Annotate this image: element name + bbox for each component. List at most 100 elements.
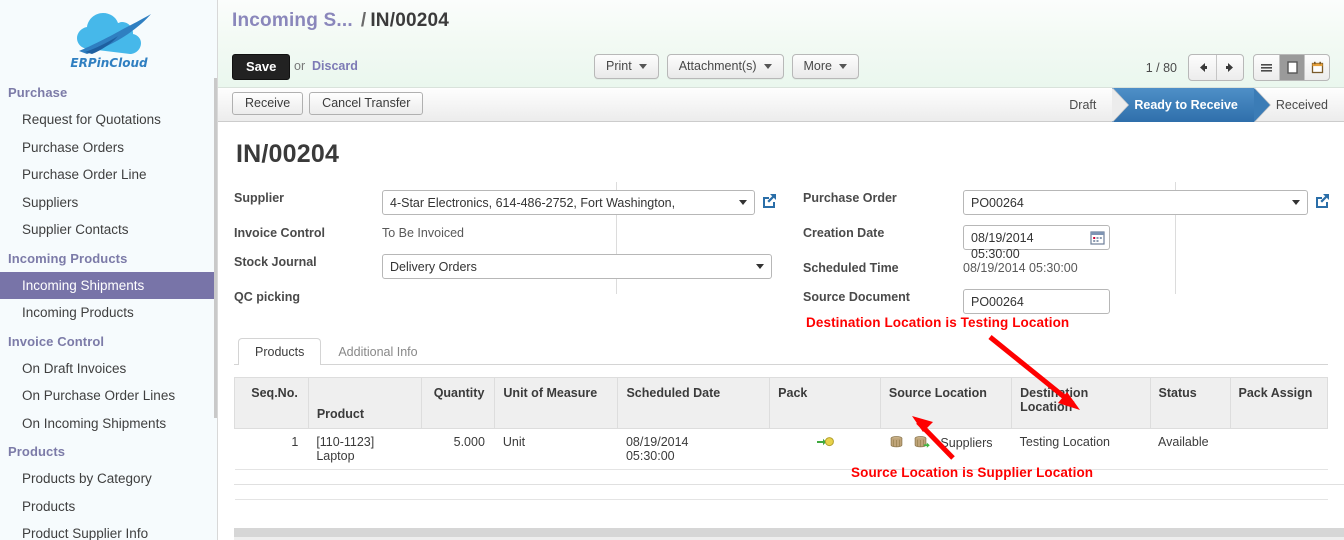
field-label-purchase-order: Purchase Order (803, 191, 897, 205)
sidebar-item-on-purchase-order-lines[interactable]: On Purchase Order Lines (0, 382, 217, 410)
source-document-input[interactable]: PO00264 (963, 289, 1110, 314)
sidebar-item-on-draft-invoices[interactable]: On Draft Invoices (0, 355, 217, 383)
save-button[interactable]: Save (232, 54, 291, 80)
field-value-creation-date: 08/19/2014 05:30:00 (963, 222, 1328, 261)
table-header-seq-no[interactable]: Seq.No. (234, 377, 309, 429)
table-header-destination-location[interactable]: Destination Location (1011, 377, 1151, 429)
table-header-quantity[interactable]: Quantity (421, 377, 496, 429)
chevron-down-icon (638, 63, 647, 69)
package-icon (891, 436, 903, 448)
form-row-scheduled-time: Scheduled Time 08/19/2014 05:30:00 (803, 257, 1328, 279)
field-label-scheduled-time: Scheduled Time (803, 261, 899, 275)
list-view-button[interactable] (1254, 55, 1279, 80)
annotation-destination: Destination Location is Testing Location (806, 315, 1070, 330)
footer-bar (234, 528, 1344, 537)
stock-journal-select[interactable]: Delivery Orders (382, 254, 772, 279)
pager-arrows (1188, 54, 1244, 81)
tab-bar: Products Additional Info (234, 335, 1328, 365)
chevron-down-icon (1292, 200, 1300, 205)
sidebar-item-request-for-quotations[interactable]: Request for Quotations (0, 106, 217, 134)
form-view-button[interactable] (1279, 55, 1304, 80)
cell-status: Available (1150, 428, 1231, 470)
print-button[interactable]: Print (594, 54, 659, 79)
breadcrumb-current: IN/00204 (370, 10, 450, 31)
receive-button[interactable]: Receive (232, 92, 304, 115)
open-record-link[interactable] (1314, 193, 1330, 212)
next-record-button[interactable] (1216, 55, 1243, 80)
field-label-qc-picking: QC picking (234, 290, 300, 304)
table-header-product[interactable]: Product (308, 377, 422, 429)
action-row: Save or Discard Print Attachment(s) More 1… (218, 50, 1344, 88)
stage-label: Draft (1069, 98, 1097, 112)
sidebar-item-products-by-category[interactable]: Products by Category (0, 465, 217, 493)
prev-record-button[interactable] (1189, 55, 1216, 80)
status-stage-draft[interactable]: Draft (1047, 88, 1130, 122)
arrow-sphere-icon (816, 437, 834, 447)
list-view-icon (1261, 64, 1272, 72)
form-row-supplier: Supplier 4-Star Electronics, 614-486-2752… (234, 187, 781, 215)
app-logo[interactable]: ERPinCloud (0, 0, 217, 76)
table-header-pack[interactable]: Pack (769, 377, 881, 429)
sidebar-item-on-incoming-shipments[interactable]: On Incoming Shipments (0, 410, 217, 438)
arrow-left-icon (1200, 63, 1207, 72)
sidebar: ERPinCloud Purchase Request for Quotation… (0, 0, 218, 540)
cell-quantity: 5.000 (421, 428, 495, 470)
chevron-down-icon (739, 200, 747, 205)
field-label-invoice-control: Invoice Control (234, 226, 325, 240)
erpincloud-logo-icon: ERPinCloud (70, 13, 151, 70)
table-header-pack-assign[interactable]: Pack Assign (1230, 377, 1329, 429)
table-header-unit-of-measure[interactable]: Unit of Measure (494, 377, 619, 429)
calendar-picker-icon[interactable] (1090, 230, 1105, 245)
view-switcher (1253, 54, 1330, 81)
sidebar-item-incoming-products[interactable]: Incoming Products (0, 299, 217, 327)
status-stage-ready-to-receive[interactable]: Ready to Receive (1112, 88, 1271, 122)
supplier-select[interactable]: 4-Star Electronics, 614-486-2752, Fort W… (382, 190, 755, 215)
sidebar-item-incoming-shipments[interactable]: Incoming Shipments (0, 271, 217, 300)
sidebar-item-suppliers[interactable]: Suppliers (0, 189, 217, 217)
sidebar-item-purchase-orders[interactable]: Purchase Orders (0, 134, 217, 162)
field-value-stock-journal: Delivery Orders (382, 251, 781, 279)
table-header-source-location[interactable]: Source Location (880, 377, 1013, 429)
button-label: Print (606, 59, 632, 73)
source-location-text: Suppliers (940, 436, 993, 450)
table-header-status[interactable]: Status (1150, 377, 1231, 429)
or-label: or (294, 59, 306, 73)
form-row-purchase-order: Purchase Order PO00264 (803, 187, 1330, 215)
products-table: Seq.No. Product Quantity Unit of Measure Sch… (234, 377, 1329, 500)
creation-date-input[interactable]: 08/19/2014 05:30:00 (963, 225, 1110, 261)
calendar-view-button[interactable] (1304, 55, 1329, 80)
table-row[interactable]: 1 [110-1123] Laptop 5.000 Unit 08/19/2014 05:3… (234, 428, 1328, 470)
cell-pack (769, 428, 881, 470)
sidebar-scrollbar[interactable] (214, 78, 217, 418)
table-header-scheduled-date[interactable]: Scheduled Date (617, 377, 771, 429)
open-record-link[interactable] (761, 193, 777, 212)
sidebar-item-products[interactable]: Products (0, 493, 217, 521)
more-button[interactable]: More (791, 54, 859, 79)
sidebar-item-supplier-contacts[interactable]: Supplier Contacts (0, 216, 217, 244)
cell-product: [110-1123] Laptop (308, 428, 422, 470)
sidebar-section-invoice-control: Invoice Control (8, 333, 105, 349)
sidebar-item-product-supplier-info[interactable]: Product Supplier Info (0, 520, 217, 540)
product-name: Laptop (316, 449, 355, 463)
attachment-s-button[interactable]: Attachment(s) (666, 54, 784, 79)
tab-products[interactable]: Products (238, 338, 322, 365)
selected-value: 4-Star Electronics, 614-486-2752, Fort W… (390, 196, 676, 210)
breadcrumb-parent[interactable]: Incoming S... (232, 10, 353, 31)
breadcrumb-separator: / (360, 10, 367, 31)
external-link-icon (763, 194, 776, 208)
form-row-qc-picking: QC picking (234, 286, 781, 308)
tab-additional-info[interactable]: Additional Info (321, 338, 434, 365)
discard-button[interactable]: Discard (312, 59, 358, 73)
form-row-creation-date: Creation Date 08/19/2014 05:30:00 (803, 222, 1328, 261)
field-label-supplier: Supplier (234, 191, 285, 205)
sidebar-item-purchase-order-line[interactable]: Purchase Order Line (0, 161, 217, 189)
cell-seq-no: 1 (234, 428, 309, 470)
cell-scheduled-date: 08/19/2014 05:30:00 (617, 428, 770, 470)
purchase-order-select[interactable]: PO00264 (963, 190, 1308, 215)
scheduled-time: 05:30:00 (625, 449, 675, 463)
field-value-scheduled-time: 08/19/2014 05:30:00 (963, 261, 1078, 275)
cancel-transfer-button[interactable]: Cancel Transfer (309, 92, 424, 115)
app-root: ERPinCloud Purchase Request for Quotation… (0, 0, 1344, 540)
sidebar-section-incoming-products: Incoming Products (8, 250, 128, 266)
field-label-source-document: Source Document (803, 290, 910, 304)
